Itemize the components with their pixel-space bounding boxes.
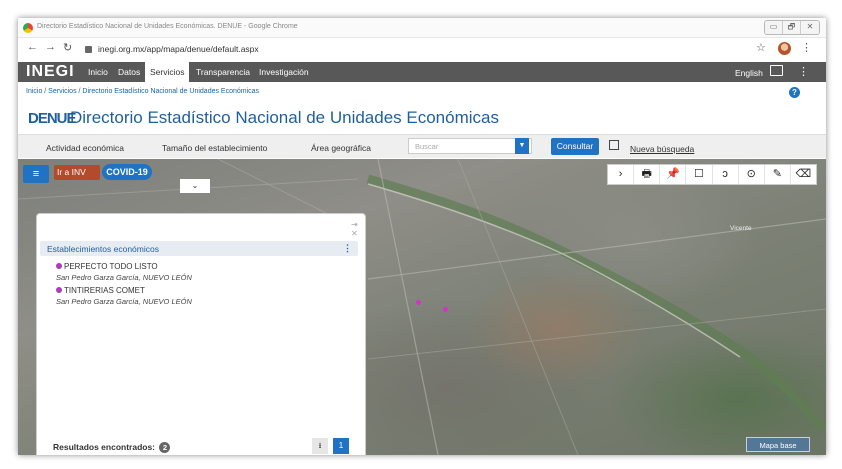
language-link[interactable]: English: [735, 68, 763, 78]
lock-icon: [85, 46, 92, 53]
browser-window: Directorio Estadístico Nacional de Unida…: [18, 18, 826, 455]
title-bar: Directorio Estadístico Nacional de Unida…: [18, 18, 826, 38]
filter-area[interactable]: Área geográfica: [311, 143, 371, 153]
result-name-text: TINTIRERIAS COMET: [64, 286, 145, 295]
nueva-busqueda-link[interactable]: Nueva búsqueda: [630, 144, 694, 154]
download-button[interactable]: ⭳: [312, 438, 328, 454]
results-header: Establecimientos económicos ⋮: [40, 241, 358, 256]
search-input[interactable]: Buscar: [408, 138, 532, 154]
list-item[interactable]: PERFECTO TODO LISTO San Pedro Garza Garc…: [56, 262, 192, 282]
list-item[interactable]: TINTIRERIAS COMET San Pedro Garza García…: [56, 286, 192, 306]
result-name: PERFECTO TODO LISTO: [56, 262, 192, 271]
collapse-panel-button[interactable]: ⌄: [180, 179, 210, 193]
covid-button[interactable]: COVID-19: [102, 164, 152, 180]
list-icon[interactable]: [609, 140, 619, 150]
result-name-text: PERFECTO TODO LISTO: [64, 262, 158, 271]
nav-datos[interactable]: Datos: [118, 67, 140, 77]
polygon-select-icon[interactable]: ↄ: [713, 165, 739, 184]
chevron-down-icon[interactable]: ▼: [515, 138, 529, 154]
results-count: Resultados encontrados: 2: [53, 442, 171, 453]
panel-controls-icon[interactable]: ⇥ ✕: [351, 220, 365, 238]
bookmark-star-icon[interactable]: ☆: [756, 41, 766, 54]
more-options-icon[interactable]: ⋮: [798, 65, 809, 78]
page-title: Directorio Estadístico Nacional de Unida…: [70, 108, 499, 127]
inegi-logo[interactable]: INEGI: [26, 63, 75, 81]
address-bar: ← → ↻ inegi.org.mx/app/mapa/denue/defaul…: [18, 38, 826, 60]
profile-avatar[interactable]: [778, 42, 791, 55]
map-toolbar: › 🖶 📌 ☐ ↄ ⊙ ✎ ⌫: [607, 164, 817, 185]
edit-icon[interactable]: [770, 65, 783, 76]
window-title: Directorio Estadístico Nacional de Unida…: [37, 23, 298, 30]
denue-logo: DENUE: [28, 110, 77, 127]
result-location: San Pedro Garza García, NUEVO LEÓN: [56, 297, 192, 306]
result-name: TINTIRERIAS COMET: [56, 286, 192, 295]
measure-icon[interactable]: ✎: [765, 165, 791, 184]
nav-transparencia[interactable]: Transparencia: [196, 67, 250, 77]
location-dot-icon: [56, 263, 62, 269]
map-marker[interactable]: [416, 300, 421, 305]
forward-icon[interactable]: →: [45, 41, 56, 53]
minimize-button[interactable]: ▭: [765, 21, 783, 34]
location-dot-icon: [56, 287, 62, 293]
results-header-title: Establecimientos económicos: [47, 244, 159, 254]
nav-servicios[interactable]: Servicios: [145, 62, 190, 82]
chrome-menu-icon[interactable]: ⋮: [801, 41, 812, 54]
expand-icon[interactable]: ›: [608, 165, 635, 184]
page-button[interactable]: 1: [333, 438, 349, 454]
results-panel: ⇥ ✕ Establecimientos económicos ⋮ PERFEC…: [36, 213, 366, 455]
reload-icon[interactable]: ↻: [63, 41, 72, 54]
help-icon[interactable]: ?: [789, 87, 800, 98]
filter-actividad[interactable]: Actividad económica: [46, 143, 124, 153]
map-place-label: Vicente: [730, 225, 752, 232]
inegi-nav-bar: INEGI Inicio Datos Servicios Transparenc…: [18, 62, 826, 82]
rectangle-select-icon[interactable]: ☐: [686, 165, 713, 184]
nav-inicio[interactable]: Inicio: [88, 67, 108, 77]
results-count-label: Resultados encontrados:: [53, 442, 156, 452]
back-icon[interactable]: ←: [27, 41, 38, 53]
map-marker[interactable]: [443, 307, 448, 312]
filter-bar: Actividad económica Tamaño del estableci…: [18, 134, 826, 158]
filter-tamano[interactable]: Tamaño del establecimiento: [162, 143, 267, 153]
menu-button[interactable]: ≡: [23, 165, 49, 183]
nav-investigacion[interactable]: Investigación: [259, 67, 309, 77]
chrome-icon: [23, 23, 33, 33]
url-text: inegi.org.mx/app/mapa/denue/default.aspx: [98, 44, 259, 54]
kebab-menu-icon[interactable]: ⋮: [343, 243, 352, 254]
close-button[interactable]: ✕: [801, 21, 819, 34]
search-placeholder: Buscar: [415, 142, 439, 151]
results-count-badge: 2: [159, 442, 171, 453]
result-location: San Pedro Garza García, NUEVO LEÓN: [56, 273, 192, 282]
print-icon[interactable]: 🖶: [634, 165, 661, 184]
eraser-icon[interactable]: ⌫: [791, 165, 816, 184]
breadcrumb[interactable]: Inicio / Servicios / Directorio Estadíst…: [26, 88, 259, 95]
url-field[interactable]: inegi.org.mx/app/mapa/denue/default.aspx: [85, 44, 259, 54]
circle-select-icon[interactable]: ⊙: [739, 165, 765, 184]
consultar-button[interactable]: Consultar: [551, 138, 599, 155]
ir-a-inv-button[interactable]: Ir a INV: [54, 165, 100, 180]
base-map-button[interactable]: Mapa base: [746, 437, 810, 452]
window-controls: ▭ 🗗 ✕: [764, 20, 820, 35]
pin-icon[interactable]: 📌: [660, 165, 687, 184]
restore-button[interactable]: 🗗: [783, 21, 801, 34]
